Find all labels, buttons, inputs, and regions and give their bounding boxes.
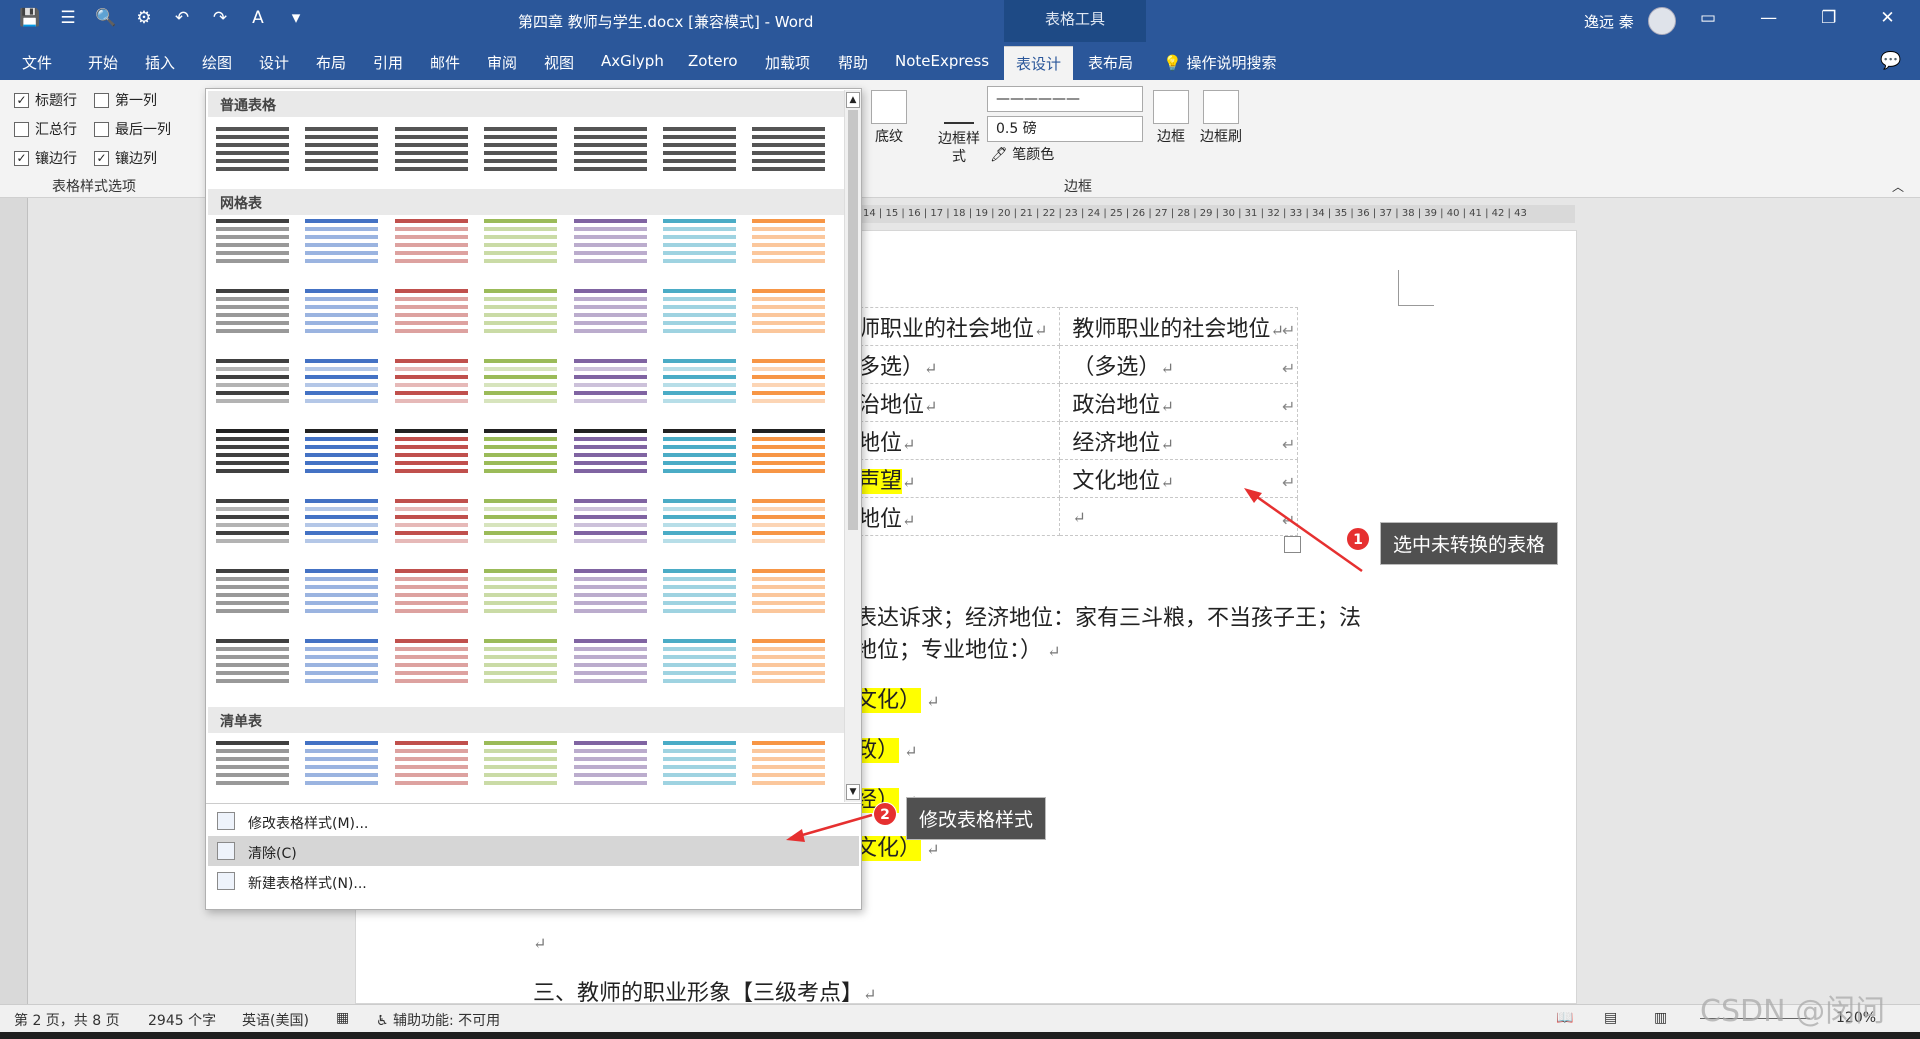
print-layout-icon[interactable]: ▤ bbox=[1604, 1010, 1617, 1026]
accessibility-label: 辅助功能: 不可用 bbox=[393, 1013, 501, 1029]
word-count[interactable]: 2945 个字 bbox=[148, 1010, 216, 1030]
accessibility-status[interactable]: ♿ 辅助功能: 不可用 bbox=[376, 1010, 500, 1030]
taskbar-strip bbox=[0, 1032, 1920, 1039]
annotation-arrows bbox=[786, 488, 1363, 842]
page-count[interactable]: 第 2 页，共 8 页 bbox=[14, 1010, 120, 1030]
callout-badge: 1 bbox=[1346, 527, 1370, 551]
language[interactable]: 英语(美国) bbox=[242, 1010, 309, 1030]
watermark: CSDN @闵问 bbox=[1700, 994, 1886, 1029]
callout-badge: 2 bbox=[873, 802, 897, 826]
web-layout-icon[interactable]: ▥ bbox=[1654, 1010, 1667, 1026]
read-mode-icon[interactable]: 📖 bbox=[1556, 1010, 1573, 1026]
status-bar: 第 2 页，共 8 页 2945 个字 英语(美国) ▦ ♿ 辅助功能: 不可用… bbox=[0, 1004, 1920, 1032]
callout-select-table: 选中未转换的表格 bbox=[1380, 522, 1559, 565]
callout-modify-style: 修改表格样式 bbox=[906, 797, 1047, 840]
track-icon[interactable]: ▦ bbox=[336, 1010, 349, 1026]
